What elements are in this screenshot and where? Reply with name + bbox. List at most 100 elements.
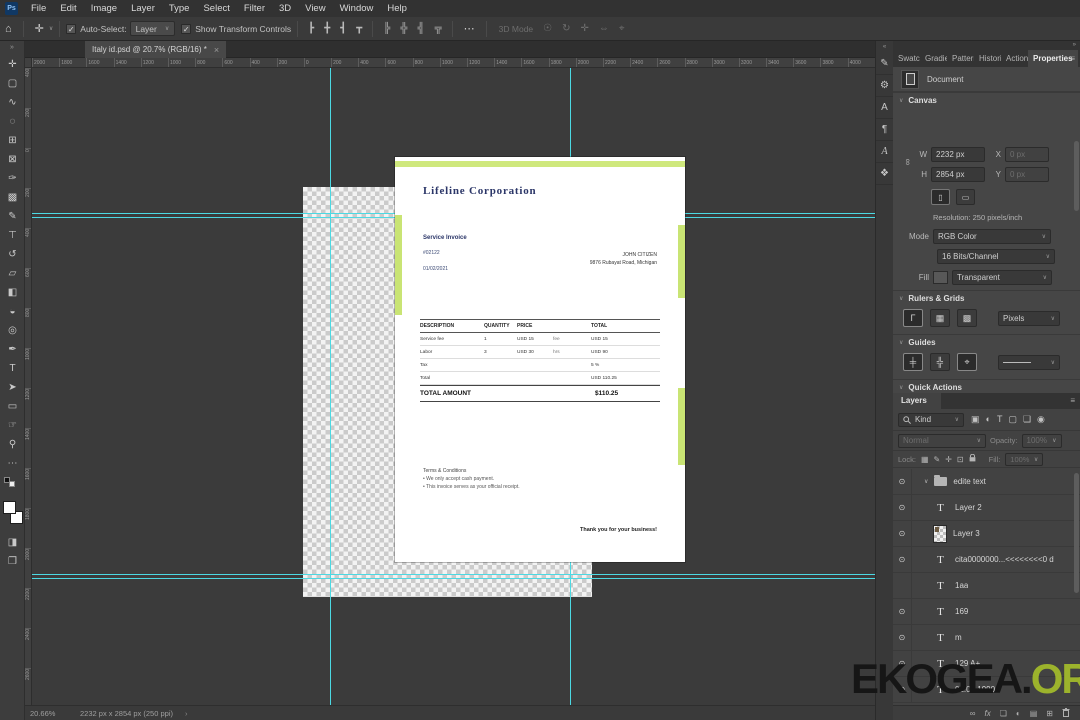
adjustment-layer-icon[interactable]: ◐: [1016, 709, 1021, 718]
tab-patterns[interactable]: Patterns: [947, 50, 974, 67]
menu-edit[interactable]: Edit: [53, 3, 83, 14]
filter-pin-icon[interactable]: ◉: [1037, 414, 1045, 425]
snap-guides-button[interactable]: ⌖: [957, 353, 977, 371]
landscape-orientation-button[interactable]: ▭: [956, 189, 975, 205]
menu-image[interactable]: Image: [84, 3, 124, 14]
group-expand-icon[interactable]: ∨: [924, 478, 928, 485]
new-group-icon[interactable]: ▤: [1030, 709, 1038, 718]
toggle-rulers-button[interactable]: Γ: [903, 309, 923, 327]
gradient-tool[interactable]: ◧: [0, 283, 25, 302]
layer-filter-dropdown[interactable]: Kind ∨: [898, 412, 964, 427]
layer-visibility-toggle[interactable]: ⊙: [893, 521, 912, 546]
layer-visibility-toggle[interactable]: ⊙: [893, 469, 912, 494]
distribute-vertical-icon[interactable]: ╦: [435, 23, 442, 34]
history-panel-icon[interactable]: ✎: [875, 53, 894, 75]
expand-panels-icon[interactable]: «: [883, 41, 886, 53]
toggle-guides-button[interactable]: ╪: [903, 353, 923, 371]
layer-row[interactable]: ⊙ T cita0000000...<<<<<<<<0 d: [893, 547, 1080, 573]
align-top-edges-icon[interactable]: ┳: [356, 23, 362, 34]
units-dropdown[interactable]: Pixels ∨: [998, 310, 1060, 326]
marquee-tool[interactable]: ▢: [0, 74, 25, 93]
properties-document-row[interactable]: Document: [893, 67, 1080, 92]
layer-visibility-toggle[interactable]: ⊙: [893, 625, 912, 650]
blur-tool[interactable]: ◒: [0, 302, 25, 321]
filter-pixel-layers-icon[interactable]: ▣: [971, 414, 980, 425]
menu-window[interactable]: Window: [333, 3, 381, 14]
3d-roll-icon[interactable]: ↻: [562, 23, 570, 34]
toolbar-collapse-icon[interactable]: »: [0, 41, 24, 55]
mode-dropdown[interactable]: RGB Color ∨: [933, 229, 1051, 244]
align-left-edges-icon[interactable]: ┣: [308, 23, 314, 34]
layer-fill-field[interactable]: 100% ∨: [1005, 452, 1044, 466]
close-icon[interactable]: ×: [214, 45, 219, 55]
pen-tool[interactable]: ✒: [0, 340, 25, 359]
toggle-grid-button[interactable]: ▦: [930, 309, 950, 327]
layer-row[interactable]: ⊙ T 169: [893, 599, 1080, 625]
tab-histories[interactable]: Histories: [974, 50, 1001, 67]
zoom-level-field[interactable]: 20.66%: [30, 709, 70, 718]
width-field[interactable]: 2232 px: [931, 147, 985, 162]
document-tab[interactable]: Italy id.psd @ 20.7% (RGB/16) * ×: [85, 41, 227, 58]
3d-slide-icon[interactable]: ⇔: [599, 23, 609, 34]
quick-mask-button[interactable]: ◨: [0, 533, 25, 552]
history-brush-tool[interactable]: ↺: [0, 245, 25, 264]
opacity-field[interactable]: 100% ∨: [1021, 433, 1062, 448]
glyphs-panel-icon[interactable]: A: [875, 141, 894, 163]
menu-file[interactable]: File: [24, 3, 53, 14]
bit-depth-dropdown[interactable]: 16 Bits/Channel ∨: [937, 249, 1055, 264]
hand-tool[interactable]: ☞: [0, 416, 25, 435]
lock-position-icon[interactable]: ✛: [945, 455, 952, 464]
menu-help[interactable]: Help: [380, 3, 414, 14]
menu-3d[interactable]: 3D: [272, 3, 298, 14]
character-panel-icon[interactable]: A: [875, 97, 894, 119]
status-arrow-icon[interactable]: ›: [185, 709, 188, 718]
more-options-icon[interactable]: ⋯: [459, 22, 480, 35]
menu-layer[interactable]: Layer: [124, 3, 162, 14]
filter-smart-objects-icon[interactable]: ❏: [1023, 414, 1031, 425]
lock-artboard-icon[interactable]: ⊡: [957, 455, 964, 464]
show-transform-checkbox[interactable]: ✓: [181, 23, 192, 34]
frame-tool[interactable]: ⊠: [0, 150, 25, 169]
canvas-section-header[interactable]: ∨ Canvas: [893, 92, 1080, 108]
crop-tool[interactable]: ⊞: [0, 131, 25, 150]
menu-view[interactable]: View: [298, 3, 332, 14]
fill-dropdown[interactable]: Transparent ∨: [952, 270, 1052, 285]
layer-visibility-toggle[interactable]: ⊙: [893, 547, 912, 572]
layer-visibility-toggle[interactable]: [893, 573, 912, 598]
eraser-tool[interactable]: ▱: [0, 264, 25, 283]
rulers-grids-section-header[interactable]: ∨ Rulers & Grids: [893, 290, 1080, 306]
link-layers-icon[interactable]: ∞: [970, 709, 976, 718]
y-field[interactable]: 0 px: [1005, 167, 1049, 182]
tab-layers[interactable]: Layers: [893, 393, 941, 409]
paragraph-panel-icon[interactable]: ¶: [875, 119, 894, 141]
filter-type-layers-icon[interactable]: T: [997, 414, 1003, 425]
blend-mode-dropdown[interactable]: Normal ∨: [898, 433, 986, 448]
brush-tool[interactable]: ✎: [0, 207, 25, 226]
layer-row[interactable]: ⊙ T Layer 2: [893, 495, 1080, 521]
layer-row[interactable]: ⊙ Layer 3: [893, 521, 1080, 547]
tab-actions[interactable]: Actions: [1001, 50, 1028, 67]
lock-pixels-icon[interactable]: ✎: [934, 455, 941, 464]
properties-scrollbar[interactable]: [1074, 141, 1079, 211]
clone-stamp-tool[interactable]: ⊤: [0, 226, 25, 245]
delete-layer-icon[interactable]: [1062, 707, 1070, 719]
toggle-pixel-grid-button[interactable]: ▩: [957, 309, 977, 327]
layers-scrollbar[interactable]: [1074, 473, 1079, 593]
layer-visibility-toggle[interactable]: ⊙: [893, 599, 912, 624]
move-tool[interactable]: ✛: [0, 55, 25, 74]
canvas-area[interactable]: Lifeline Corporation Service Invoice #02…: [32, 68, 875, 705]
add-mask-icon[interactable]: ❏: [1000, 709, 1007, 718]
distribute-horizontal-icon[interactable]: ╬: [400, 23, 407, 34]
menu-type[interactable]: Type: [162, 3, 197, 14]
layer-row[interactable]: ⊙ T m: [893, 625, 1080, 651]
healing-brush-tool[interactable]: ▩: [0, 188, 25, 207]
layer-row-hidden[interactable]: T 1aa: [893, 573, 1080, 599]
path-selection-tool[interactable]: ➤: [0, 378, 25, 397]
ruler-left[interactable]: 400 200 0 200 400 600 800 1000 1200 1400 1600 1800 2…: [25, 68, 32, 705]
align-horizontal-centers-icon[interactable]: ╋: [324, 23, 330, 34]
guide-style-dropdown[interactable]: ∨: [998, 354, 1060, 370]
lock-transparency-icon[interactable]: ▦: [921, 455, 929, 464]
ruler-top[interactable]: 2000 1800 1600 1400 1200 1000 800 600 400 200 0 200…: [32, 58, 875, 68]
lasso-tool[interactable]: ∿: [0, 93, 25, 112]
default-colors-icon[interactable]: [2, 477, 24, 489]
